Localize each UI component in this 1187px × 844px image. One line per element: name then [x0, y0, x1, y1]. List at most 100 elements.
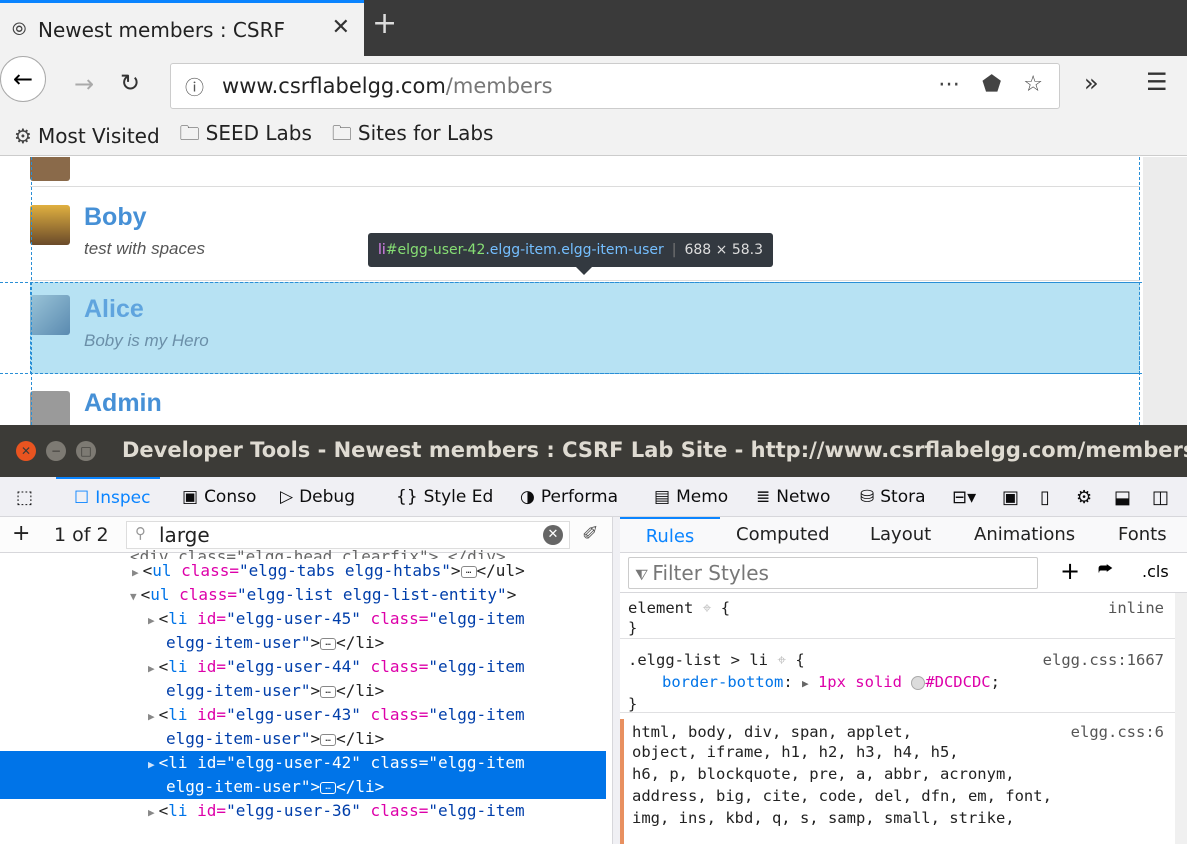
braces-icon: {}: [396, 487, 418, 507]
bookmark-seed-labs[interactable]: 🗀 SEED Labs: [180, 119, 312, 153]
filter-styles-input[interactable]: ⧨ Filter Styles: [628, 557, 1038, 589]
close-tab-icon[interactable]: ✕: [332, 15, 350, 40]
url-bar[interactable]: ⓘ www.csrflabelgg.com/members ⋯ ⬟ ☆: [170, 63, 1060, 109]
member-name[interactable]: Alice: [84, 295, 144, 324]
expand-arrow-icon[interactable]: ▶: [148, 758, 155, 771]
expand-arrow-icon[interactable]: ▶: [132, 566, 139, 579]
tab-layout[interactable]: Layout: [870, 517, 931, 553]
new-tab-icon[interactable]: +: [372, 6, 397, 41]
tab-debugger[interactable]: ▷ Debug: [280, 477, 378, 517]
overflow-chevron-icon[interactable]: »: [1084, 69, 1099, 97]
expand-arrow-icon[interactable]: ▶: [148, 710, 155, 723]
tab-title: Newest members : CSRF: [38, 17, 285, 42]
markup-line-selected[interactable]: ▶ <li id="elgg-user-42" class="elgg-item: [0, 751, 606, 775]
pocket-icon[interactable]: ⬟: [982, 72, 1001, 97]
markup-line[interactable]: elgg-item-user">… </li>: [166, 679, 612, 703]
markup-line[interactable]: elgg-item-user">… </li>: [166, 727, 612, 751]
collapsed-ellipsis-icon[interactable]: …: [320, 685, 337, 698]
member-name[interactable]: Boby: [84, 203, 147, 232]
tab-bar: ⦾ Newest members : CSRF ✕ +: [0, 0, 1187, 56]
add-rule-icon[interactable]: +: [1060, 557, 1080, 585]
tab-computed[interactable]: Computed: [736, 517, 830, 553]
debugger-icon: ▷: [280, 487, 294, 507]
page-favicon-icon: ⦾: [12, 19, 27, 40]
tab-performance[interactable]: ◑ Performa: [520, 477, 638, 517]
search-result-count: 1 of 2: [54, 524, 109, 546]
reload-icon[interactable]: ↻: [120, 69, 140, 97]
collapsed-ellipsis-icon[interactable]: …: [320, 733, 337, 746]
markup-line[interactable]: ▶ <li id="elgg-user-43" class="elgg-item: [148, 703, 612, 727]
avatar[interactable]: [30, 295, 70, 335]
bookmarks-toolbar: ⚙ Most Visited 🗀 SEED Labs 🗀 Sites for Labs: [0, 116, 1187, 156]
cls-toggle[interactable]: .cls: [1142, 562, 1169, 581]
expand-arrow-icon[interactable]: ▶: [148, 806, 155, 819]
browser-tab[interactable]: ⦾ Newest members : CSRF ✕: [0, 0, 364, 56]
site-info-icon[interactable]: ⓘ: [185, 73, 204, 100]
collapsed-ellipsis-icon[interactable]: …: [460, 565, 477, 578]
avatar[interactable]: [30, 391, 70, 425]
bookmark-sites-for-labs[interactable]: 🗀 Sites for Labs: [332, 119, 494, 153]
rule-source[interactable]: elgg.css:6: [1071, 721, 1164, 743]
markup-line[interactable]: ▶ <li id="elgg-user-36" class="elgg-item: [148, 799, 612, 823]
markup-line[interactable]: ▼ <ul class="elgg-list elgg-list-entity">: [130, 583, 612, 607]
page-actions-icon[interactable]: ⋯: [938, 72, 960, 97]
member-name[interactable]: Admin: [84, 389, 162, 418]
tab-rules[interactable]: Rules: [620, 517, 720, 553]
collapsed-ellipsis-icon[interactable]: …: [320, 781, 337, 794]
tab-animations[interactable]: Animations: [974, 517, 1075, 553]
toggle-pseudo-class-icon[interactable]: ⮫: [1098, 559, 1113, 579]
expand-arrow-icon[interactable]: ▶: [148, 662, 155, 675]
guide-line: [1139, 157, 1140, 425]
dock-side-icon[interactable]: ◫: [1152, 477, 1169, 517]
rule-selector: element: [628, 599, 694, 617]
expand-arrow-icon[interactable]: ▶: [802, 677, 809, 690]
pick-element-icon[interactable]: ⬚: [16, 477, 33, 517]
tab-storage[interactable]: ⛁ Stora: [860, 477, 942, 517]
bookmark-star-icon[interactable]: ☆: [1023, 72, 1043, 97]
markup-line[interactable]: elgg-item-user">… </li>: [166, 631, 612, 655]
markup-panel: + 1 of 2 ⚲ large ✕ ✐ <div class="elgg-he…: [0, 517, 612, 844]
forward-icon[interactable]: →: [74, 70, 94, 98]
tab-console[interactable]: ▣ Conso: [182, 477, 266, 517]
markup-line[interactable]: ▶ <li id="elgg-user-45" class="elgg-item: [148, 607, 612, 631]
devtools-title: Developer Tools - Newest members : CSRF …: [122, 438, 1187, 462]
clear-search-icon[interactable]: ✕: [543, 525, 563, 545]
member-item: [30, 157, 1140, 187]
hamburger-menu-icon[interactable]: ☰: [1146, 68, 1168, 96]
page-scrollbar[interactable]: [1143, 157, 1187, 425]
css-declaration[interactable]: border-bottom: ▶ 1px solid #DCDCDC;: [620, 671, 1176, 693]
avatar[interactable]: [30, 205, 70, 245]
window-maximize-icon[interactable]: □: [76, 441, 96, 461]
markup-line[interactable]: ▶ <li id="elgg-user-44" class="elgg-item: [148, 655, 612, 679]
tab-network[interactable]: ≣ Netwo: [756, 477, 844, 517]
color-swatch[interactable]: [911, 675, 926, 690]
rule-source[interactable]: elgg.css:1667: [1043, 649, 1164, 671]
tab-inspector[interactable]: ☐ Inspec: [56, 477, 160, 517]
rule-source[interactable]: inline: [1108, 597, 1164, 619]
split-console-icon[interactable]: ▣: [1002, 477, 1019, 517]
tab-fonts[interactable]: Fonts: [1118, 517, 1167, 553]
eyedropper-icon[interactable]: ✐: [582, 521, 599, 545]
rules-scrollbar[interactable]: [1175, 593, 1187, 844]
responsive-design-icon[interactable]: ⊟▾: [952, 477, 976, 517]
add-node-icon[interactable]: +: [12, 521, 30, 546]
markup-line-selected[interactable]: elgg-item-user">… </li>: [0, 775, 606, 799]
node-icon: ⌖: [777, 651, 787, 669]
settings-gear-icon[interactable]: ⚙: [1076, 477, 1092, 517]
rule-selector: html, body, div, span, applet,: [632, 723, 912, 741]
collapse-arrow-icon[interactable]: ▼: [130, 590, 137, 603]
markup-line[interactable]: <div class="elgg-head clearfix">…</div>: [130, 545, 612, 559]
back-button[interactable]: ←: [0, 56, 46, 102]
panel-splitter[interactable]: [612, 517, 620, 844]
tab-style-editor[interactable]: {} Style Ed: [396, 477, 504, 517]
screenshot-icon[interactable]: ▯: [1040, 477, 1050, 517]
tab-memory[interactable]: ▤ Memo: [654, 477, 740, 517]
collapsed-ellipsis-icon[interactable]: …: [320, 637, 337, 650]
window-minimize-icon[interactable]: −: [46, 441, 66, 461]
bookmark-most-visited[interactable]: ⚙ Most Visited: [14, 124, 160, 148]
window-close-icon[interactable]: ✕: [16, 441, 36, 461]
css-rule: element ⌖ {inline }: [620, 593, 1176, 639]
dock-bottom-icon[interactable]: ⬓: [1114, 477, 1131, 517]
markup-line[interactable]: ▶ <ul class="elgg-tabs elgg-htabs">… </ul>: [132, 559, 612, 583]
expand-arrow-icon[interactable]: ▶: [148, 614, 155, 627]
